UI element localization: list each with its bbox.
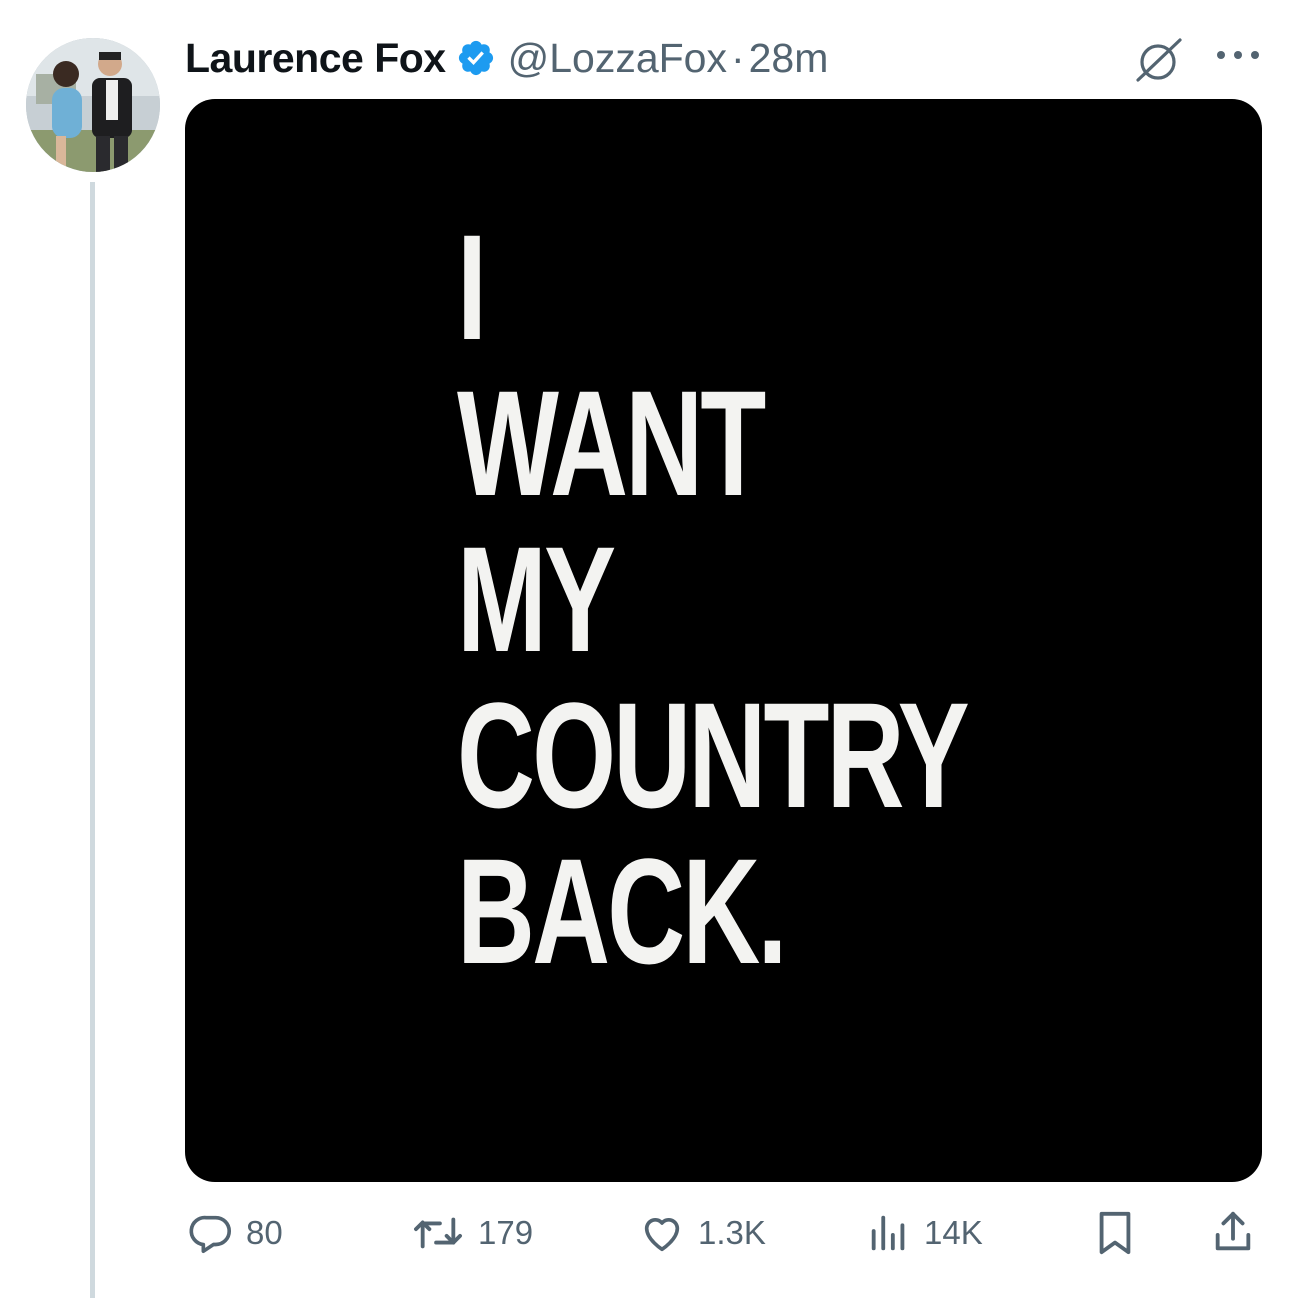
author-handle[interactable]: @LozzaFox bbox=[508, 35, 727, 82]
author-name[interactable]: Laurence Fox bbox=[185, 35, 446, 82]
timestamp[interactable]: 28m bbox=[749, 35, 829, 82]
repost-count: 179 bbox=[478, 1214, 534, 1251]
repost-icon bbox=[410, 1210, 466, 1256]
tweet-header: Laurence Fox @LozzaFox · 28m bbox=[185, 30, 828, 86]
like-icon bbox=[638, 1210, 686, 1256]
repost-button[interactable]: 179 bbox=[410, 1200, 533, 1266]
views-count: 14K bbox=[924, 1214, 983, 1251]
more-icon[interactable] bbox=[1213, 40, 1263, 70]
reply-count: 80 bbox=[246, 1214, 283, 1251]
avatar[interactable] bbox=[26, 38, 160, 172]
poster-text: I WANT MY COUNTRY BACK. bbox=[457, 203, 970, 995]
like-button[interactable]: 1.3K bbox=[638, 1200, 766, 1266]
like-count: 1.3K bbox=[698, 1214, 766, 1251]
reply-icon bbox=[188, 1210, 234, 1256]
verified-badge-icon[interactable] bbox=[456, 38, 496, 78]
tweet-image[interactable]: I WANT MY COUNTRY BACK. bbox=[185, 99, 1262, 1182]
share-button[interactable] bbox=[1210, 1200, 1256, 1266]
thread-line bbox=[90, 182, 95, 1298]
separator-dot: · bbox=[730, 34, 745, 81]
views-icon bbox=[866, 1210, 912, 1256]
bookmark-icon bbox=[1092, 1208, 1138, 1258]
bookmark-button[interactable] bbox=[1092, 1200, 1138, 1266]
grok-icon[interactable] bbox=[1130, 36, 1186, 84]
share-icon bbox=[1210, 1208, 1256, 1258]
reply-button[interactable]: 80 bbox=[188, 1200, 283, 1266]
views-button[interactable]: 14K bbox=[866, 1200, 983, 1266]
tweet-actions: 80 179 1.3K 14K bbox=[0, 1200, 1290, 1266]
